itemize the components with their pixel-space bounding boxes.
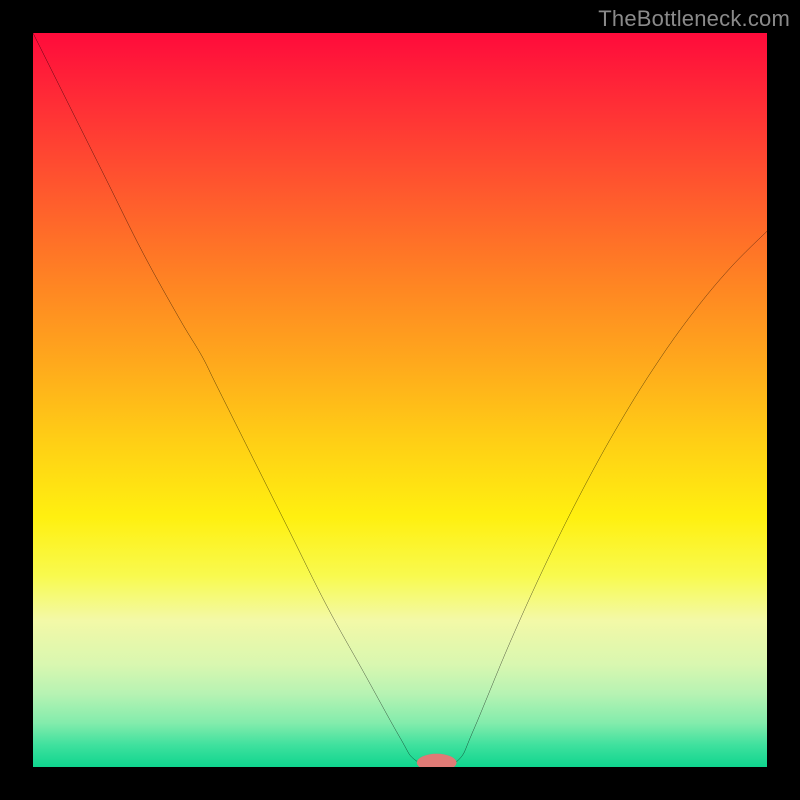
chart-frame: TheBottleneck.com — [0, 0, 800, 800]
plot-area — [33, 33, 767, 767]
chart-svg — [33, 33, 767, 767]
watermark-text: TheBottleneck.com — [598, 6, 790, 32]
minimum-marker — [417, 754, 457, 767]
bottleneck-curve — [33, 33, 767, 767]
